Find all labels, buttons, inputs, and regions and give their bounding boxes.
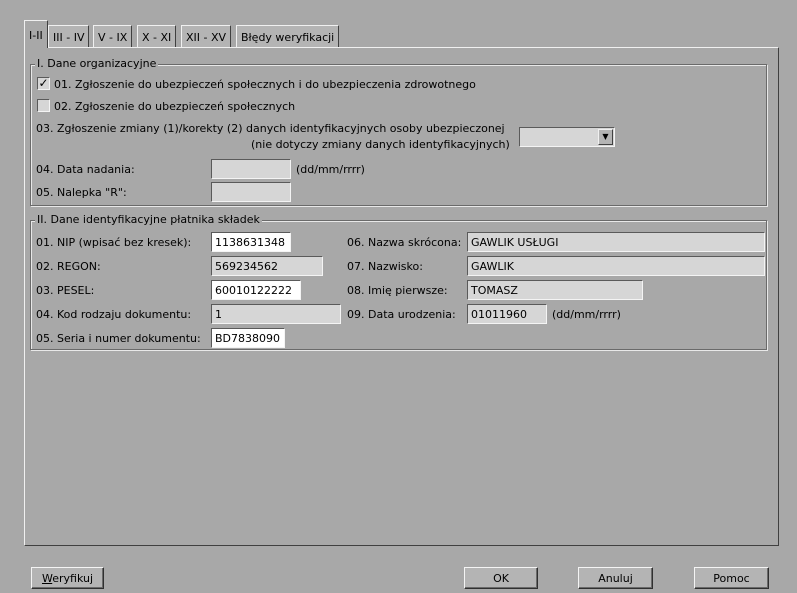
nazwa-skrocona-input[interactable]: GAWLIK USŁUGI <box>467 232 765 252</box>
ok-button[interactable]: OK <box>464 567 538 589</box>
nalepka-r-input[interactable] <box>211 182 291 202</box>
weryfikuj-mnemonic: W <box>41 572 53 585</box>
pesel-input[interactable]: 60010122222 <box>211 280 301 300</box>
checkbox-item-02[interactable] <box>37 99 50 112</box>
tab-iii-iv[interactable]: III - IV <box>48 25 90 47</box>
weryfikuj-button[interactable]: Weryfikuj <box>31 567 104 589</box>
weryfikuj-label: eryfikuj <box>52 572 94 585</box>
nazwisko-input[interactable]: GAWLIK <box>467 256 765 276</box>
nazwisko-label: 07. Nazwisko: <box>347 260 423 273</box>
checkbox-item-01[interactable]: ✓ <box>37 77 50 90</box>
section-title: II. Dane identyfikacyjne płatnika składe… <box>35 213 262 226</box>
imie-input[interactable]: TOMASZ <box>467 280 643 300</box>
item-03-label-line1: 03. Zgłoszenie zmiany (1)/korekty (2) da… <box>36 122 505 135</box>
chevron-down-icon[interactable]: ▼ <box>598 129 613 145</box>
item-03-select[interactable]: ▼ <box>519 127 615 147</box>
nazwa-skrocona-label: 06. Nazwa skrócona: <box>347 236 462 249</box>
anuluj-button[interactable]: Anuluj <box>578 567 653 589</box>
tab-v-ix[interactable]: V - IX <box>93 25 133 47</box>
item-03-label-line2: (nie dotyczy zmiany danych identyfikacyj… <box>251 138 510 151</box>
data-nadania-input[interactable] <box>211 159 291 179</box>
kod-dokumentu-label: 04. Kod rodzaju dokumentu: <box>36 308 192 321</box>
item-01-label: 01. Zgłoszenie do ubezpieczeń społecznyc… <box>54 78 476 91</box>
section-title: I. Dane organizacyjne <box>35 57 159 70</box>
nip-label: 01. NIP (wpisać bez kresek): <box>36 236 192 249</box>
tab-x-xi[interactable]: X - XI <box>137 25 177 47</box>
tab-i-ii[interactable]: I-II <box>24 20 48 48</box>
data-urodzenia-label: 09. Data urodzenia: <box>347 308 456 321</box>
data-urodzenia-format-hint: (dd/mm/rrrr) <box>552 308 621 321</box>
tab-xii-xv[interactable]: XII - XV <box>181 25 232 47</box>
data-urodzenia-input[interactable]: 01011960 <box>467 304 547 324</box>
tab-bledy-weryfikacji[interactable]: Błędy weryfikacji <box>236 25 340 47</box>
kod-dokumentu-input[interactable]: 1 <box>211 304 341 324</box>
seria-dokumentu-label: 05. Seria i numer dokumentu: <box>36 332 201 345</box>
item-04-label: 04. Data nadania: <box>36 163 135 176</box>
pesel-label: 03. PESEL: <box>36 284 95 297</box>
nip-input[interactable]: 1138631348 <box>211 232 291 252</box>
item-02-label: 02. Zgłoszenie do ubezpieczeń społecznyc… <box>54 100 296 113</box>
regon-input[interactable]: 569234562 <box>211 256 323 276</box>
imie-label: 08. Imię pierwsze: <box>347 284 448 297</box>
seria-dokumentu-input[interactable]: BD7838090 <box>211 328 285 348</box>
tab-panel: I. Dane organizacyjne ✓ 01. Zgłoszenie d… <box>24 47 779 546</box>
pomoc-button[interactable]: Pomoc <box>694 567 769 589</box>
item-05-label: 05. Nalepka "R": <box>36 186 127 199</box>
data-nadania-format-hint: (dd/mm/rrrr) <box>296 163 365 176</box>
regon-label: 02. REGON: <box>36 260 101 273</box>
